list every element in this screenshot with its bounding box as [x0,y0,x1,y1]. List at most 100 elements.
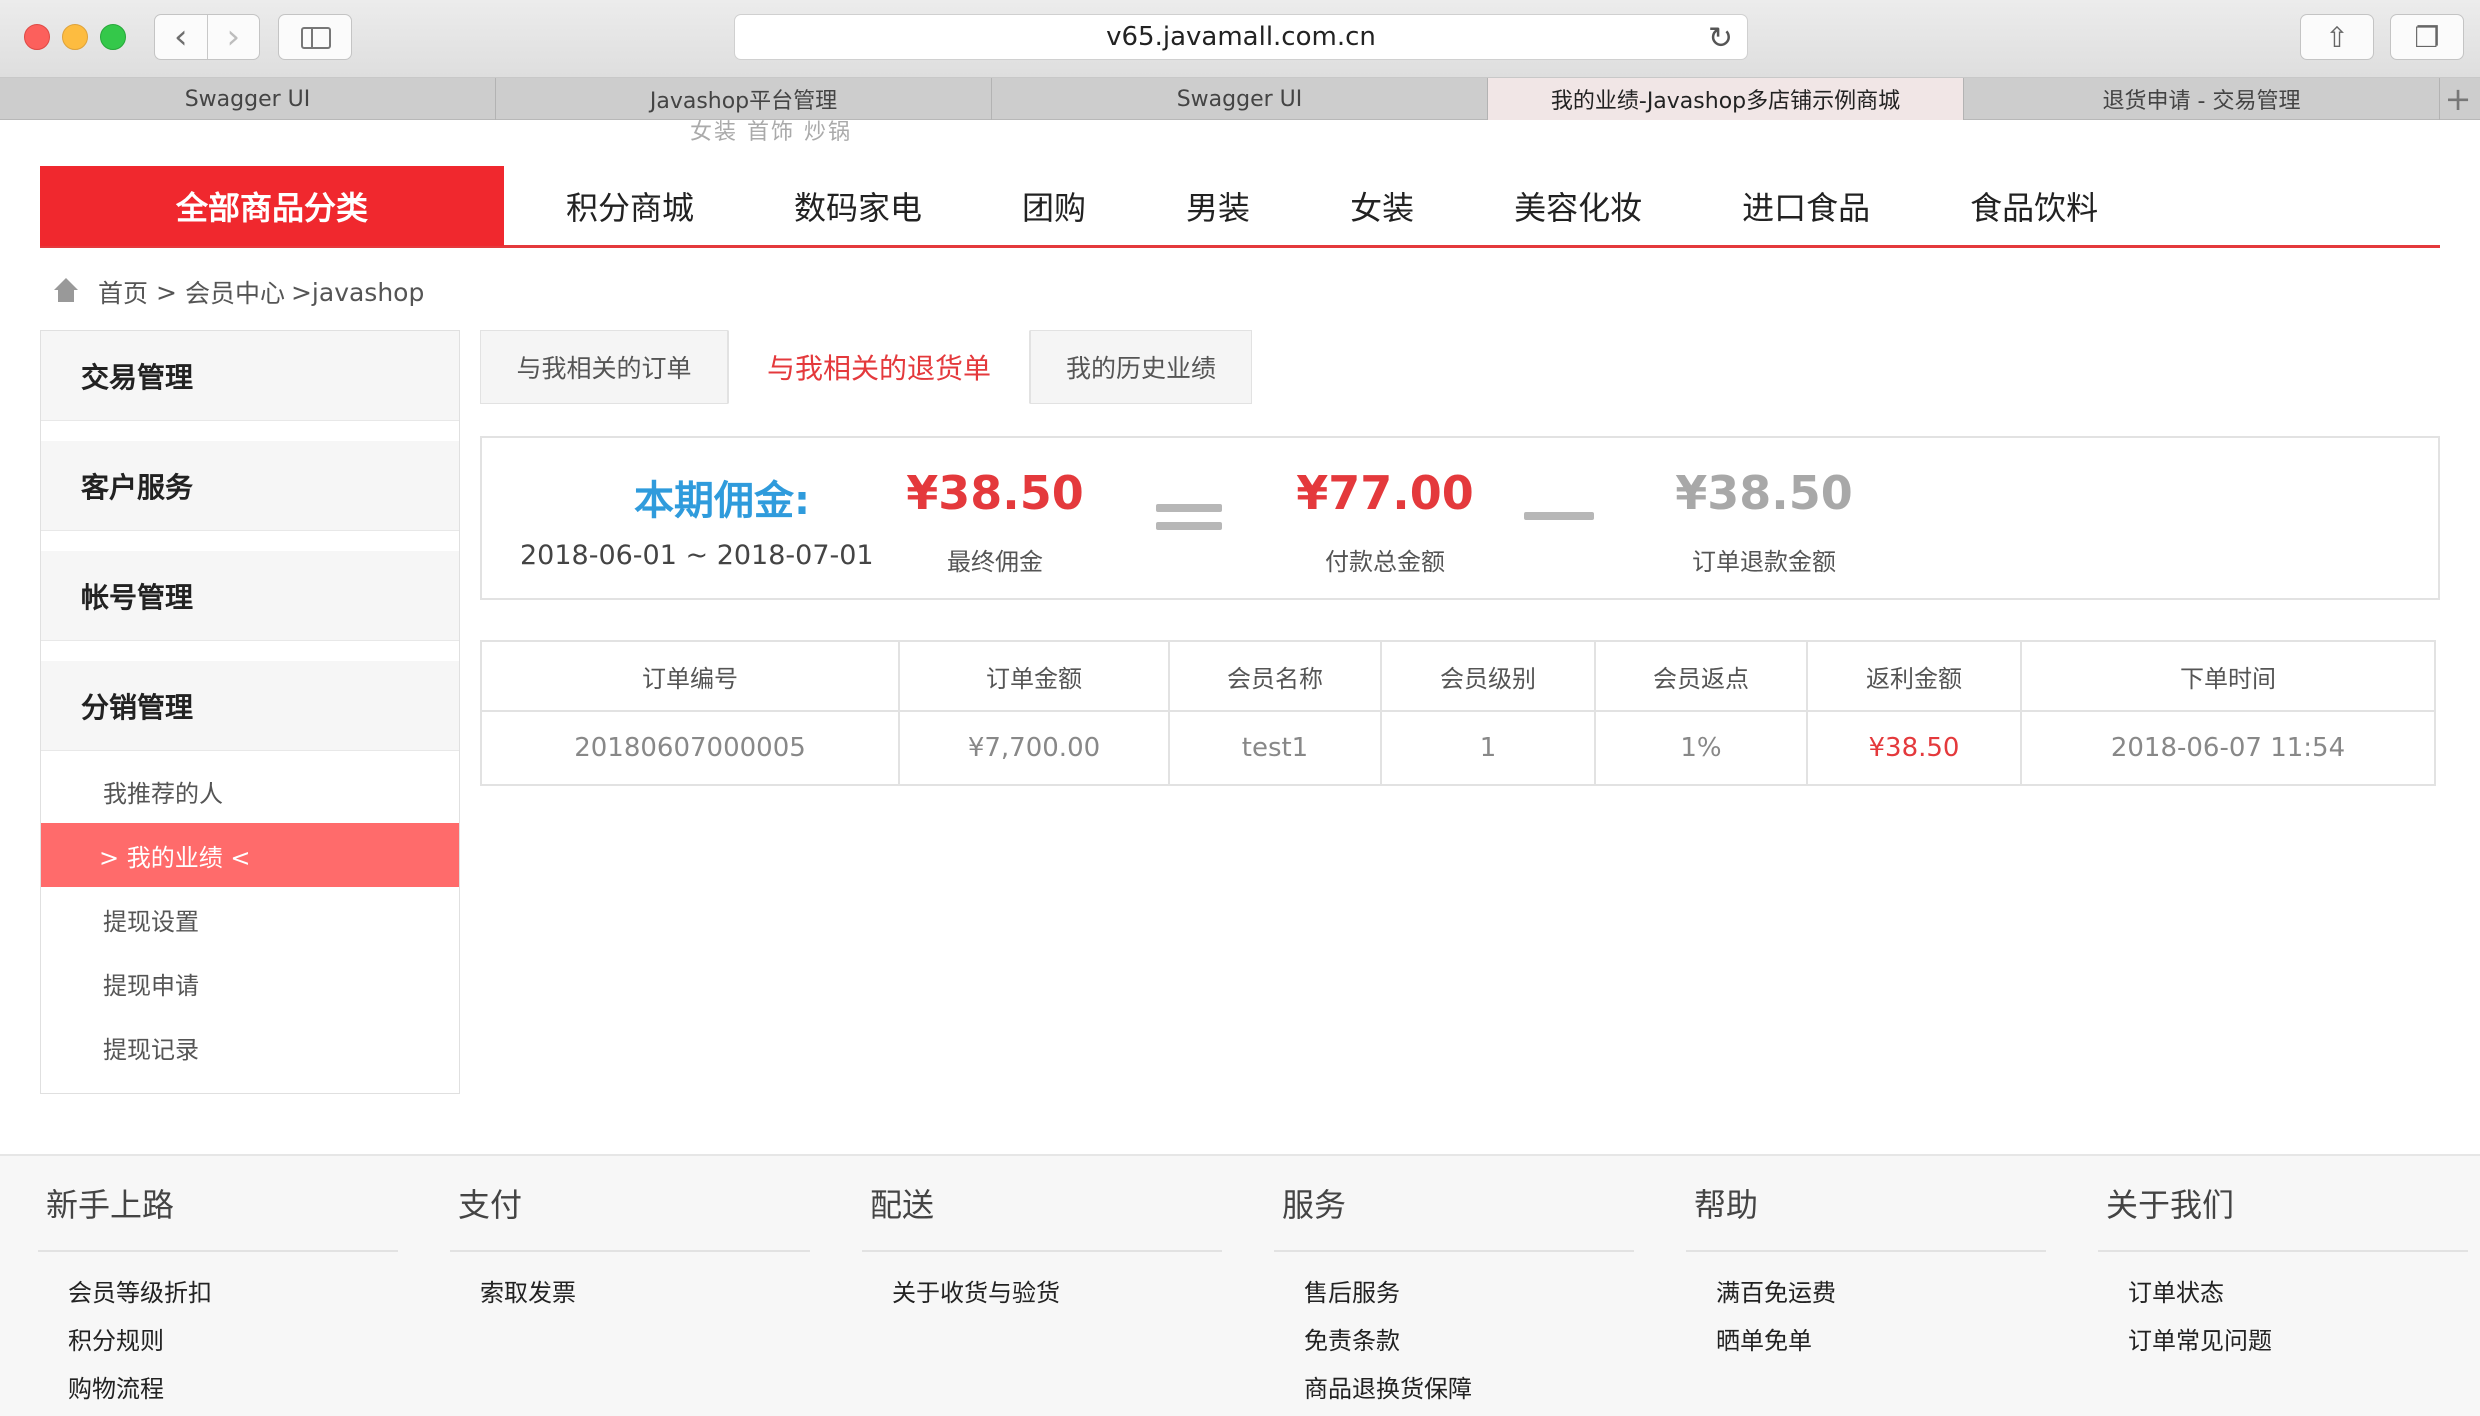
footer-col-service: 服务 售后服务 免责条款 商品退换货保障 [1274,1156,1634,1410]
col-member-level: 会员级别 [1380,640,1596,712]
member-level-cell: 1 [1380,710,1596,786]
reload-icon[interactable]: ↻ [1708,21,1733,56]
footer-link[interactable]: 购物流程 [38,1362,398,1410]
menu-item-my-performance[interactable]: > 我的业绩 < [41,823,459,887]
footer-link[interactable]: 售后服务 [1274,1266,1634,1314]
footer-col-delivery: 配送 关于收货与验货 [862,1156,1222,1314]
order-amount-cell: ¥7,700.00 [898,710,1170,786]
orders-table: 订单编号 订单金额 会员名称 会员级别 会员返点 返利金额 下单时间 20180… [480,640,2436,786]
footer-link[interactable]: 订单常见问题 [2098,1314,2468,1362]
col-rebate-amount: 返利金额 [1806,640,2022,712]
browser-tab[interactable]: Swagger UI [992,78,1488,120]
nav-item[interactable]: 食品饮料 [1970,183,2098,229]
order-time-cell: 2018-06-07 11:54 [2020,710,2436,786]
home-icon [52,278,80,306]
browser-tab[interactable]: Swagger UI [0,78,496,120]
tab-history-performance[interactable]: 我的历史业绩 [1030,330,1252,404]
footer-col-title: 新手上路 [38,1156,398,1252]
refund-amount-value: ¥38.50 [1675,466,1853,520]
total-payment-label: 付款总金额 [1325,548,1445,576]
nav-item[interactable]: 数码家电 [794,183,922,229]
new-tab-icon[interactable]: + [2440,78,2476,120]
menu-item-withdraw-records[interactable]: 提现记录 [41,1015,459,1079]
minus-icon [1524,512,1594,520]
performance-tabs: 与我相关的订单 与我相关的退货单 我的历史业绩 [480,330,1252,404]
footer-link[interactable]: 索取发票 [450,1266,810,1314]
footer-link[interactable]: 商品退换货保障 [1274,1362,1634,1410]
browser-tab[interactable]: 退货申请 - 交易管理 [1964,78,2440,120]
share-icon: ⇧ [2325,20,2349,54]
category-nav: 全部商品分类 积分商城 数码家电 团购 男装 女装 美容化妆 进口食品 食品饮料 [40,166,2440,248]
commission-title: 本期佣金: [634,478,810,524]
show-tabs-button[interactable]: ❐ [2390,14,2464,60]
browser-tab-bar: Swagger UI Javashop平台管理 Swagger UI 我的业绩-… [0,78,2480,120]
menu-item-referrals[interactable]: 我推荐的人 [41,759,459,823]
close-window-button[interactable] [24,24,50,50]
breadcrumb-separator: > [156,277,177,307]
footer-col-title: 支付 [450,1156,810,1252]
total-payment-value: ¥77.00 [1296,466,1474,520]
zoom-window-button[interactable] [100,24,126,50]
share-button[interactable]: ⇧ [2300,14,2374,60]
tabs-overview-icon: ❐ [2414,20,2440,54]
all-categories-button[interactable]: 全部商品分类 [40,166,504,246]
commission-summary: 本期佣金: 2018-06-01 ~ 2018-07-01 ¥38.50 最终佣… [480,436,2440,600]
footer-link[interactable]: 满百免运费 [1686,1266,2046,1314]
member-rebate-cell: 1% [1594,710,1808,786]
breadcrumb: 首页 > 会员中心 >javashop [52,272,424,312]
minimize-window-button[interactable] [62,24,88,50]
tab-related-returns[interactable]: 与我相关的退货单 [728,330,1030,404]
footer-link[interactable]: 订单状态 [2098,1266,2468,1314]
nav-item[interactable]: 男装 [1186,183,1250,229]
back-icon[interactable]: ‹ [155,15,207,59]
equals-icon [1156,504,1222,532]
nav-item[interactable]: 美容化妆 [1514,183,1642,229]
rebate-amount-cell: ¥38.50 [1806,710,2022,786]
order-sn-cell: 20180607000005 [480,710,900,786]
footer-link[interactable]: 会员等级折扣 [38,1266,398,1314]
address-bar[interactable]: v65.javamall.com.cn ↻ [734,14,1748,60]
breadcrumb-current: >javashop [290,277,425,307]
final-commission-label: 最终佣金 [947,548,1043,576]
history-nav: ‹ › [154,14,260,60]
breadcrumb-member-center[interactable]: 会员中心 [185,274,285,310]
menu-group-distribution[interactable]: 分销管理 [41,661,459,751]
nav-item[interactable]: 积分商城 [566,183,694,229]
nav-item[interactable]: 团购 [1022,183,1086,229]
footer-link[interactable]: 晒单免单 [1686,1314,2046,1362]
commission-period: 2018-06-01 ~ 2018-07-01 [520,540,874,571]
member-name-cell: test1 [1168,710,1382,786]
footer-col-title: 配送 [862,1156,1222,1252]
footer-link[interactable]: 关于收货与验货 [862,1266,1222,1314]
col-member-rebate: 会员返点 [1594,640,1808,712]
nav-item[interactable]: 女装 [1350,183,1414,229]
table-header-row: 订单编号 订单金额 会员名称 会员级别 会员返点 返利金额 下单时间 [480,640,2436,712]
menu-group-account[interactable]: 帐号管理 [41,551,459,641]
site-footer: 新手上路 会员等级折扣 积分规则 购物流程 支付 索取发票 配送 关于收货与验货… [0,1154,2480,1416]
menu-group-trade[interactable]: 交易管理 [41,331,459,421]
menu-item-withdraw-settings[interactable]: 提现设置 [41,887,459,951]
browser-tab-active[interactable]: 我的业绩-Javashop多店铺示例商城 [1488,78,1964,120]
forward-icon[interactable]: › [206,15,260,59]
sidebar-toggle-button[interactable] [278,14,352,60]
footer-col-title: 关于我们 [2098,1156,2468,1252]
breadcrumb-home[interactable]: 首页 [98,274,148,310]
footer-col-title: 帮助 [1686,1156,2046,1252]
final-commission-value: ¥38.50 [906,466,1084,520]
sidebar-icon [301,27,331,49]
overflow-hot-words: 女装 首饰 炒锅 [690,120,852,145]
footer-link[interactable]: 免责条款 [1274,1314,1634,1362]
tab-related-orders[interactable]: 与我相关的订单 [480,330,728,404]
footer-col-title: 服务 [1274,1156,1634,1252]
col-order-time: 下单时间 [2020,640,2436,712]
col-order-sn: 订单编号 [480,640,900,712]
footer-link[interactable]: 积分规则 [38,1314,398,1362]
footer-col-payment: 支付 索取发票 [450,1156,810,1314]
col-order-amount: 订单金额 [898,640,1170,712]
browser-toolbar: ‹ › v65.javamall.com.cn ↻ ⇧ ❐ [0,0,2480,78]
footer-col-newbie: 新手上路 会员等级折扣 积分规则 购物流程 [38,1156,398,1410]
nav-item[interactable]: 进口食品 [1742,183,1870,229]
url-text: v65.javamall.com.cn [1106,22,1376,52]
menu-item-withdraw-apply[interactable]: 提现申请 [41,951,459,1015]
menu-group-service[interactable]: 客户服务 [41,441,459,531]
